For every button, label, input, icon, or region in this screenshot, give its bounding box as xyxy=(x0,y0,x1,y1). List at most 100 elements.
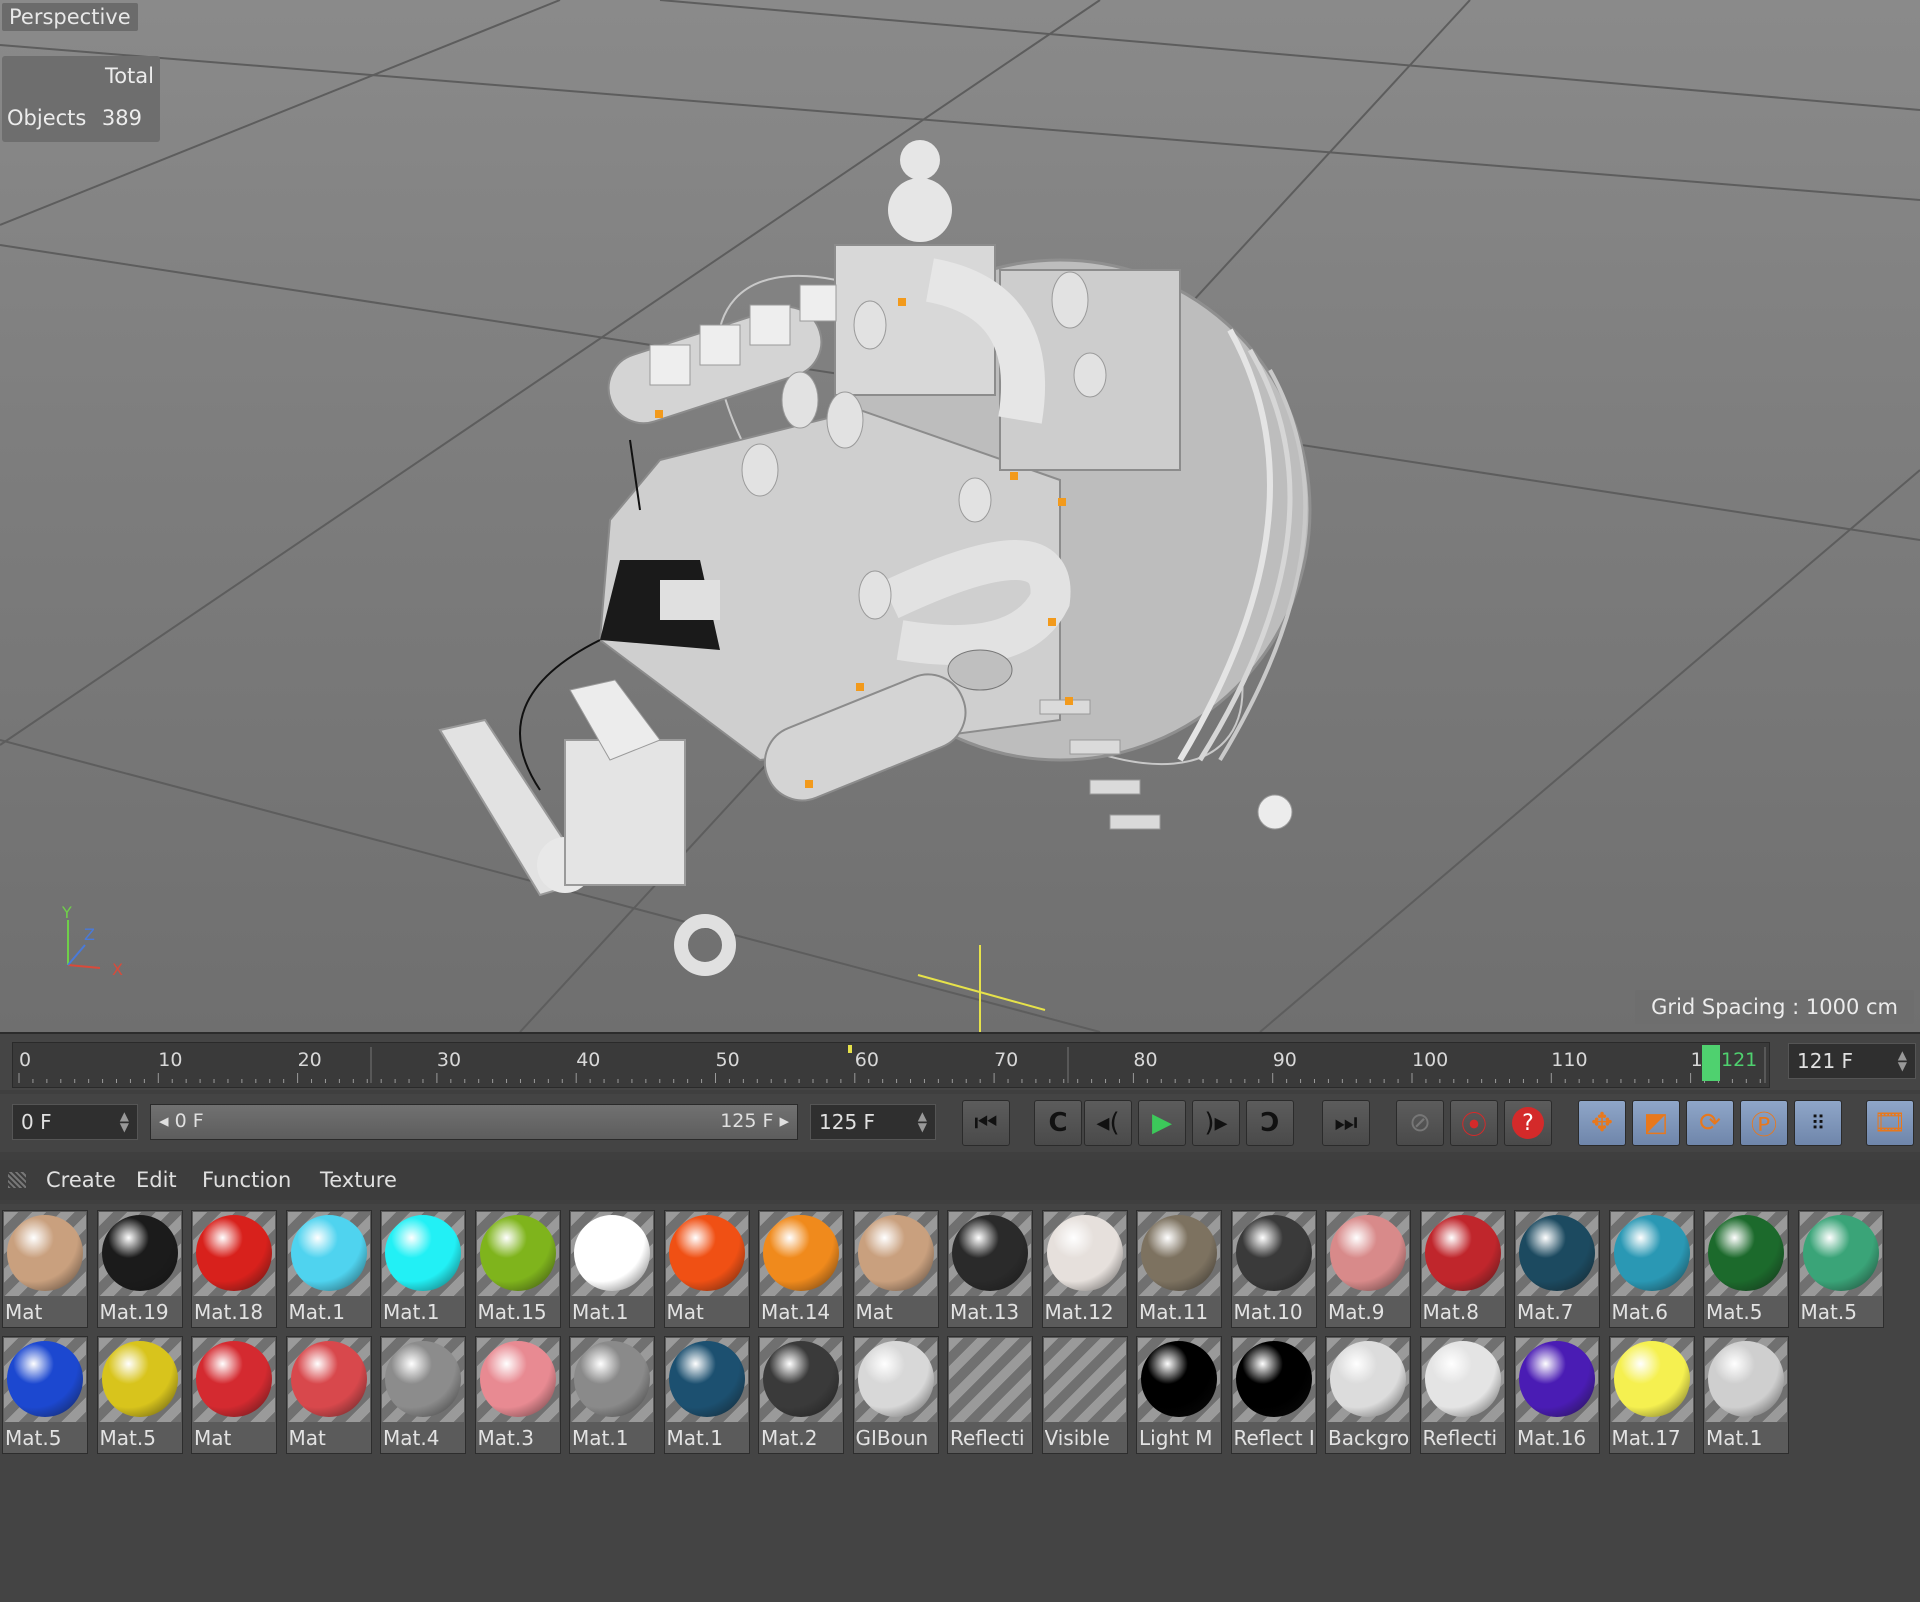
material-preview xyxy=(382,1212,464,1296)
material-swatch[interactable]: Mat.1 xyxy=(569,1336,655,1454)
material-swatch[interactable]: Backgro xyxy=(1325,1336,1411,1454)
material-grid: Mat Mat.19 Mat.18 Mat.1 Mat.1 Mat.15 Mat.1 Mat M… xyxy=(0,1204,1920,1602)
material-name: Mat.1 xyxy=(572,1426,629,1450)
play-button[interactable]: ▶ xyxy=(1138,1100,1186,1146)
goto-next-key-button[interactable]: Ↄ xyxy=(1246,1100,1294,1146)
material-swatch[interactable]: Mat.1 xyxy=(569,1210,655,1328)
material-swatch[interactable]: Mat xyxy=(663,1210,750,1328)
material-sphere-icon xyxy=(1141,1215,1217,1291)
material-preview xyxy=(476,1338,559,1422)
material-swatch[interactable]: Mat.14 xyxy=(758,1210,844,1328)
material-swatch[interactable]: Reflect I xyxy=(1230,1336,1317,1454)
previous-frame-button[interactable]: ◂( xyxy=(1084,1100,1132,1146)
material-name: Mat.7 xyxy=(1517,1300,1574,1324)
scale-key-button[interactable]: ◩ xyxy=(1632,1100,1680,1146)
viewport-camera-label[interactable]: Perspective xyxy=(2,3,138,31)
material-sphere-icon xyxy=(1613,1341,1690,1417)
material-swatch[interactable]: Reflecti xyxy=(1419,1336,1506,1454)
material-swatch[interactable]: Mat.8 xyxy=(1419,1210,1506,1328)
timeline-ruler[interactable]: 010203040506070809010011012 121 xyxy=(12,1042,1770,1088)
material-swatch[interactable]: Mat.9 xyxy=(1325,1210,1411,1328)
material-preview xyxy=(1421,1212,1504,1296)
menu-edit[interactable]: Edit xyxy=(136,1168,177,1192)
spaceship-model[interactable] xyxy=(438,140,1319,976)
material-swatch[interactable]: Mat.7 xyxy=(1514,1210,1600,1328)
material-swatch[interactable]: Mat.16 xyxy=(1514,1336,1600,1454)
autokey-icon: ⦿ xyxy=(1460,1110,1487,1141)
material-swatch[interactable]: Mat.5 xyxy=(96,1336,183,1454)
material-swatch[interactable]: Reflecti xyxy=(947,1336,1033,1454)
goto-end-button[interactable]: ⏭ xyxy=(1322,1100,1370,1146)
material-preview xyxy=(949,1212,1031,1296)
material-name: Mat.14 xyxy=(761,1300,831,1324)
material-swatch[interactable]: Mat.6 xyxy=(1608,1210,1695,1328)
material-swatch[interactable]: Mat.11 xyxy=(1136,1210,1222,1328)
material-swatch[interactable]: Mat.1 xyxy=(663,1336,750,1454)
end-frame-spinner[interactable]: ▲ ▼ xyxy=(918,1110,927,1133)
material-swatch[interactable]: Mat.1 xyxy=(380,1210,466,1328)
timeline-window-button[interactable]: 🎞 xyxy=(1866,1100,1914,1146)
material-swatch[interactable]: Mat.18 xyxy=(191,1210,277,1328)
position-key-button[interactable]: ✥ xyxy=(1578,1100,1626,1146)
goto-previous-key-button[interactable]: C xyxy=(1034,1100,1082,1146)
material-swatch[interactable]: Mat.10 xyxy=(1230,1210,1317,1328)
menu-function[interactable]: Function xyxy=(202,1168,291,1192)
material-swatch[interactable]: Mat.5 xyxy=(2,1336,88,1454)
axis-z-label: Z xyxy=(84,925,95,944)
material-swatch[interactable]: Mat xyxy=(2,1210,88,1328)
preview-range-slider[interactable]: ◂ 0 F 125 F ▸ xyxy=(150,1104,798,1140)
material-swatch[interactable]: Mat.5 xyxy=(1703,1210,1789,1328)
timeline-bar: 010203040506070809010011012 121 121 F ▲▼ xyxy=(0,1034,1920,1090)
material-swatch[interactable]: Mat.1 xyxy=(285,1210,372,1328)
stats-objects-label: Objects xyxy=(7,106,87,130)
ruler-tick-label: 10 xyxy=(158,1049,183,1071)
material-sphere-icon xyxy=(290,1341,367,1417)
perspective-viewport[interactable]: Y Z X Perspective Total Objects 389 Grid… xyxy=(0,0,1920,1034)
material-swatch[interactable]: Mat.4 xyxy=(380,1336,466,1454)
material-swatch[interactable]: Mat.1 xyxy=(1703,1336,1789,1454)
menu-texture[interactable]: Texture xyxy=(320,1168,397,1192)
material-swatch[interactable]: Mat.13 xyxy=(947,1210,1033,1328)
playhead[interactable] xyxy=(1702,1045,1720,1081)
material-preview xyxy=(571,1338,653,1422)
next-frame-button[interactable]: )▸ xyxy=(1192,1100,1240,1146)
panel-grip-icon[interactable] xyxy=(8,1172,26,1188)
end-frame-field[interactable]: 125 F ▲ ▼ xyxy=(810,1104,936,1140)
scene-render[interactable]: Y Z X xyxy=(0,0,1920,1032)
material-swatch[interactable]: Mat.5 xyxy=(1797,1210,1884,1328)
ruler-tick-label: 60 xyxy=(854,1049,879,1071)
material-swatch[interactable]: Mat.3 xyxy=(474,1336,561,1454)
material-swatch[interactable]: Mat.2 xyxy=(758,1336,844,1454)
material-swatch[interactable]: Mat xyxy=(852,1210,939,1328)
rotation-key-button[interactable]: ⟳ xyxy=(1686,1100,1734,1146)
material-swatch[interactable]: Visible xyxy=(1041,1336,1128,1454)
material-preview xyxy=(98,1212,181,1296)
ruler-ticks xyxy=(18,1045,1766,1083)
material-preview xyxy=(287,1212,370,1296)
material-swatch[interactable]: GIBoun xyxy=(852,1336,939,1454)
material-swatch[interactable]: Mat xyxy=(191,1336,277,1454)
scale-icon: ◩ xyxy=(1643,1108,1669,1138)
material-preview xyxy=(760,1212,842,1296)
material-name: Mat xyxy=(194,1426,232,1450)
material-swatch[interactable]: Mat.17 xyxy=(1608,1336,1695,1454)
current-frame-field[interactable]: 121 F ▲ ▼ xyxy=(1788,1043,1916,1079)
material-swatch[interactable]: Mat.19 xyxy=(96,1210,183,1328)
menu-create[interactable]: Create xyxy=(46,1168,116,1192)
material-swatch[interactable]: Mat xyxy=(285,1336,372,1454)
parameter-key-button[interactable]: Ⓟ xyxy=(1740,1100,1788,1146)
material-swatch[interactable]: Mat.15 xyxy=(474,1210,561,1328)
current-frame-spinner[interactable]: ▲ ▼ xyxy=(1898,1049,1907,1072)
start-frame-spinner[interactable]: ▲ ▼ xyxy=(120,1110,129,1133)
start-frame-field[interactable]: 0 F ▲ ▼ xyxy=(12,1104,138,1140)
material-swatch[interactable]: Mat.12 xyxy=(1041,1210,1128,1328)
keyframe-selection-button[interactable]: ? xyxy=(1504,1100,1552,1146)
goto-start-button[interactable]: ⏮ xyxy=(962,1100,1010,1146)
material-swatch[interactable]: Light M xyxy=(1136,1336,1222,1454)
ruler-tick-label: 100 xyxy=(1412,1049,1449,1071)
autokey-button[interactable]: ⦿ xyxy=(1450,1100,1498,1146)
ruler-tick-label: 70 xyxy=(994,1049,1019,1071)
ruler-tick-label: 50 xyxy=(715,1049,740,1071)
point-level-key-button[interactable]: ⠿ xyxy=(1794,1100,1842,1146)
record-disabled-button[interactable]: ⊘ xyxy=(1396,1100,1444,1146)
